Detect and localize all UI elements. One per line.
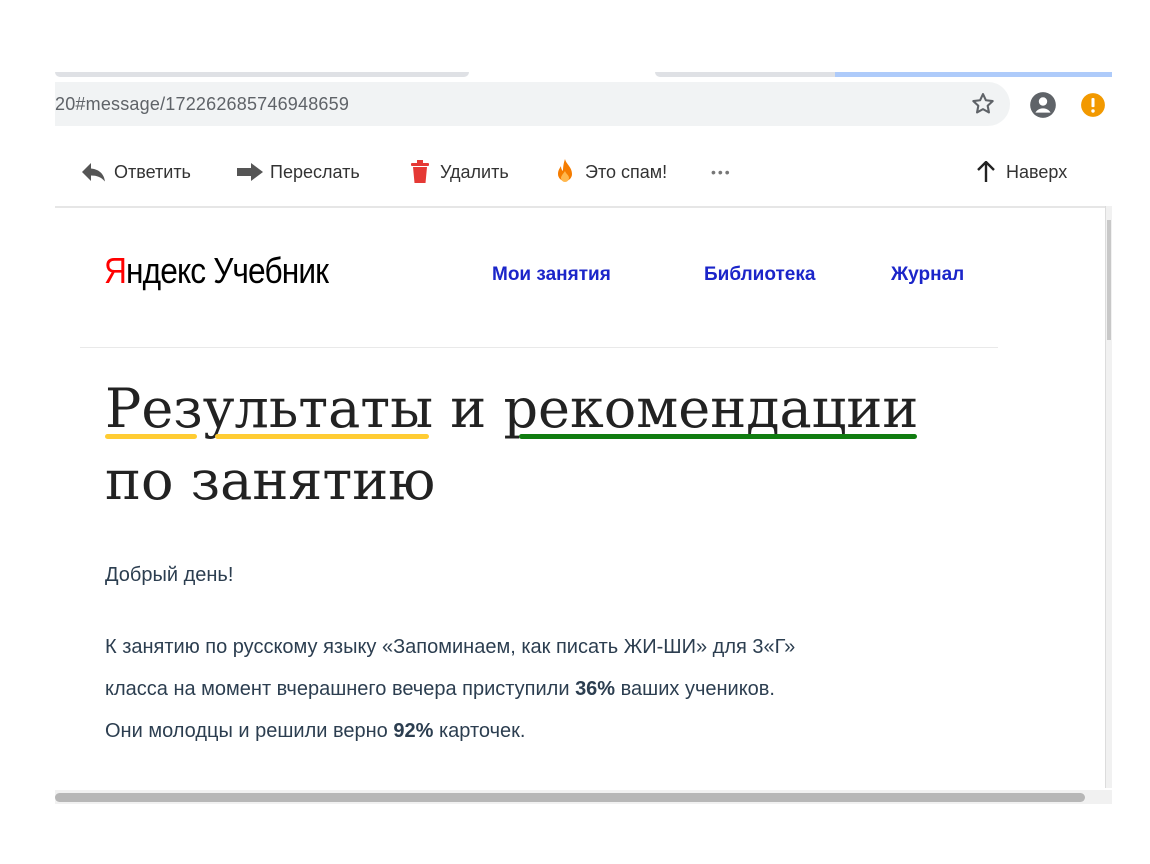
fire-icon — [551, 159, 579, 184]
started-percent: 36% — [575, 678, 616, 700]
mail-toolbar: Ответить Переслать Удалить Это спам! ••• — [55, 138, 1105, 208]
more-dots-icon: ••• — [711, 164, 732, 180]
arrow-up-icon — [972, 160, 1000, 184]
address-bar[interactable]: 20#message/172262685746948659 — [55, 82, 1010, 126]
browser-toolbar: 20#message/172262685746948659 — [55, 82, 1112, 128]
spam-label: Это спам! — [585, 161, 668, 182]
body-text-line: класса на момент вчерашнего вечера прист… — [105, 678, 775, 700]
reply-label: Ответить — [114, 161, 191, 182]
forward-label: Переслать — [270, 161, 360, 182]
nav-my-lessons-link[interactable]: Мои занятия — [492, 264, 611, 286]
browser-window: 20#message/172262685746948659 Ответить П… — [55, 68, 1112, 804]
tab-strip — [55, 68, 1112, 82]
correct-percent: 92% — [393, 720, 434, 742]
nav-journal-link[interactable]: Журнал — [891, 264, 964, 286]
forward-button[interactable]: Переслать — [236, 160, 360, 184]
title-underline-yellow — [105, 434, 197, 439]
spam-button[interactable]: Это спам! — [551, 159, 668, 184]
title-underline-yellow — [215, 434, 429, 439]
extension-alert-icon[interactable] — [1080, 92, 1106, 118]
nav-library-link[interactable]: Библиотека — [704, 264, 815, 286]
scroll-to-top-label: Наверх — [1006, 161, 1068, 182]
more-actions-button[interactable]: ••• — [711, 160, 732, 184]
page-title: Результаты и рекомендации по занятию — [105, 373, 918, 517]
browser-tab[interactable] — [655, 72, 835, 77]
greeting-text: Добрый день! — [105, 564, 234, 586]
reply-button[interactable]: Ответить — [80, 160, 191, 184]
yandex-uchebnik-logo[interactable]: Яндекс Учебник — [104, 250, 329, 292]
forward-arrow-icon — [236, 160, 264, 184]
email-body: Яндекс Учебник Мои занятия Библиотека Жу… — [55, 208, 1105, 790]
browser-tab-active[interactable] — [835, 72, 1112, 77]
bookmark-star-icon[interactable] — [969, 90, 997, 118]
account-icon[interactable] — [1029, 91, 1057, 119]
scrollbar-thumb[interactable] — [55, 793, 1085, 802]
url-text[interactable]: 20#message/172262685746948659 — [55, 94, 349, 115]
body-text-line: Они молодцы и решили верно 92% карточек. — [105, 720, 526, 742]
scrollbar-thumb[interactable] — [1107, 220, 1111, 340]
divider — [80, 347, 998, 348]
delete-button[interactable]: Удалить — [406, 160, 509, 184]
title-underline-green — [519, 434, 917, 439]
horizontal-scrollbar[interactable] — [55, 790, 1112, 804]
scroll-to-top-button[interactable]: Наверх — [972, 160, 1067, 184]
title-line-2: по занятию — [105, 449, 436, 512]
body-text-line: К занятию по русскому языку «Запоминаем,… — [105, 636, 796, 658]
reply-icon — [80, 160, 108, 184]
browser-tab[interactable] — [55, 72, 469, 77]
trash-icon — [406, 160, 434, 184]
delete-label: Удалить — [440, 161, 509, 182]
vertical-scrollbar[interactable] — [1105, 206, 1112, 788]
